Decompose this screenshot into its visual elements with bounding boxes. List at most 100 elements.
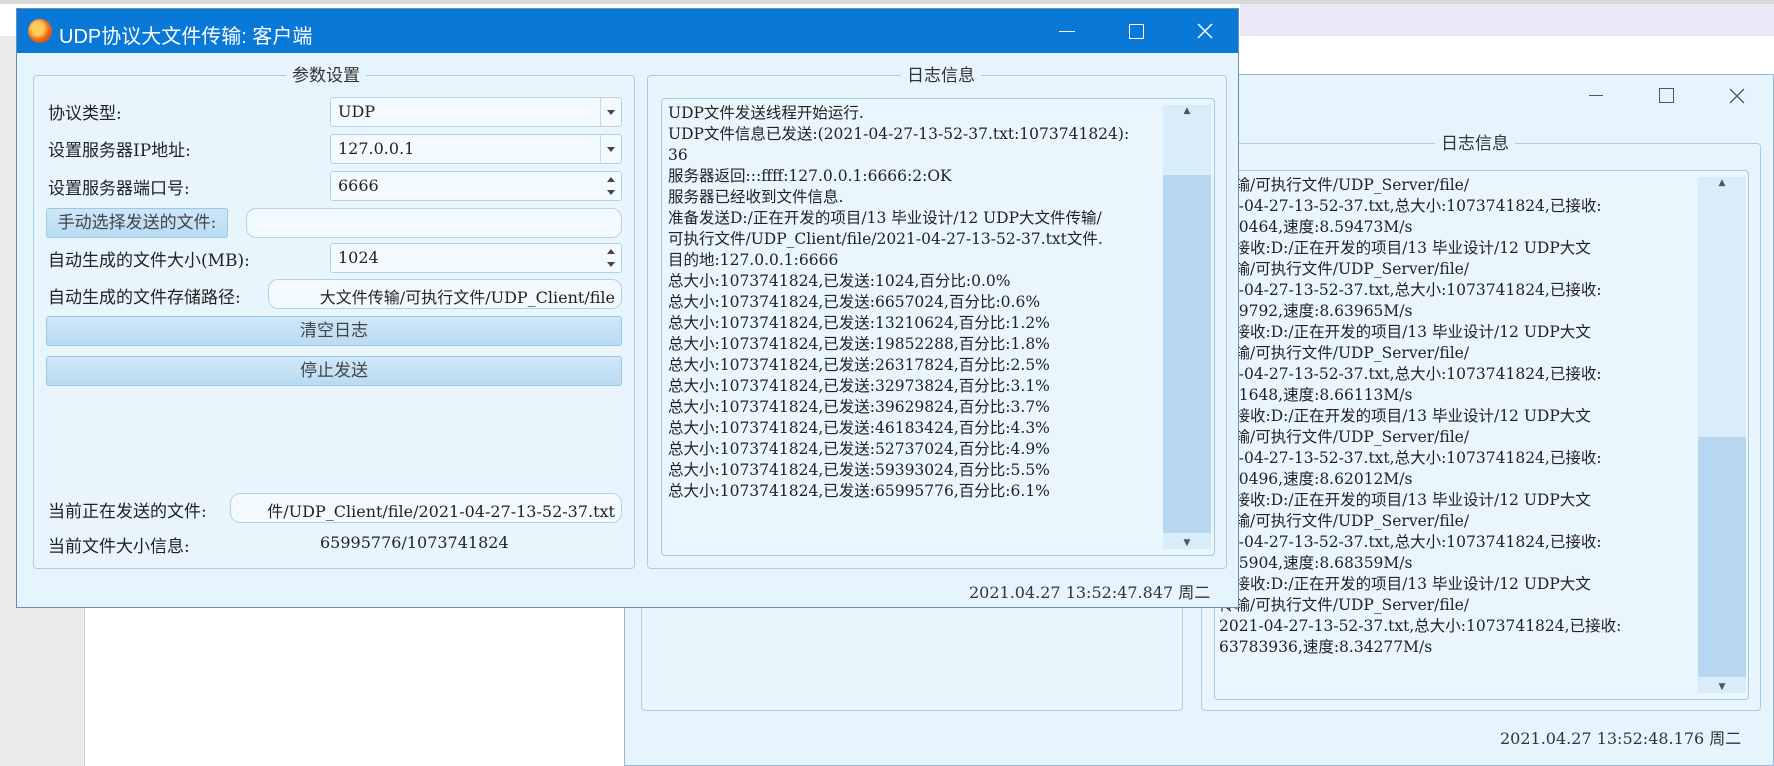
log-line: 总大小:1073741824,已发送:52737024,百分比:4.9% (668, 440, 1050, 458)
log-line: 传输/可执行文件/UDP_Server/file/ (1219, 260, 1470, 278)
log-line: 2021-04-27-13-52-37.txt,总大小:1073741824,已… (1219, 617, 1622, 635)
server-log-panel: 日志信息 传输/可执行文件/UDP_Server/file/21-04-27-1… (1201, 134, 1761, 711)
log-line: 可执行文件/UDP_Client/file/2021-04-27-13-52-3… (668, 230, 1103, 248)
log-line: 总大小:1073741824,已发送:1024,百分比:0.0% (668, 272, 1011, 290)
server-ip-combo[interactable]: 127.0.0.1 (330, 134, 622, 164)
log-line: 在接收:D:/正在开发的项目/13 毕业设计/12 UDP大文 (1219, 491, 1591, 509)
current-size-value: 65995776/1073741824 (320, 533, 509, 552)
log-line: 传输/可执行文件/UDP_Server/file/ (1219, 596, 1470, 614)
auto-size-value: 1024 (338, 248, 379, 267)
chosen-file-field[interactable] (246, 208, 622, 238)
scrollbar-thumb[interactable] (1698, 437, 1746, 677)
log-line: 36 (668, 146, 688, 164)
log-line: 传输/可执行文件/UDP_Server/file/ (1219, 344, 1470, 362)
log-line: 21-04-27-13-52-37.txt,总大小:1073741824,已接收… (1219, 281, 1602, 299)
close-icon (1197, 23, 1213, 39)
scroll-up-arrow-icon[interactable]: ▲ (1163, 105, 1211, 117)
server-ip-label: 设置服务器IP地址: (48, 141, 191, 161)
log-legend: 日志信息 (901, 66, 981, 86)
client-timestamp: 2021.04.27 13:52:47.847 周二 (969, 583, 1211, 602)
spin-up-icon[interactable] (601, 244, 621, 258)
auto-path-value: 大文件传输/可执行文件/UDP_Client/file (319, 288, 615, 307)
client-window: UDP协议大文件传输: 客户端 参数设置 协议类型: UDP 设置服务器IP地址… (16, 8, 1239, 608)
spin-up-icon[interactable] (601, 172, 621, 186)
log-line: UDP文件发送线程开始运行. (668, 104, 864, 122)
log-text: UDP文件发送线程开始运行. UDP文件信息已发送:(2021-04-27-13-… (668, 103, 1158, 502)
chevron-down-icon[interactable] (600, 98, 621, 126)
log-scrollbar[interactable]: ▲ ▼ (1163, 105, 1211, 549)
log-line: 在接收:D:/正在开发的项目/13 毕业设计/12 UDP大文 (1219, 407, 1591, 425)
log-line: 总大小:1073741824,已发送:19852288,百分比:1.8% (668, 335, 1050, 353)
log-line: 63783936,速度:8.34277M/s (1219, 638, 1433, 656)
log-line: 891648,速度:8.66113M/s (1219, 386, 1413, 404)
log-line: 目的地:127.0.0.1:6666 (668, 251, 839, 269)
log-line: 服务器返回:::ffff:127.0.0.1:6666:2:OK (668, 167, 952, 185)
log-line: 传输/可执行文件/UDP_Server/file/ (1219, 428, 1470, 446)
window-title: UDP协议大文件传输: 客户端 (59, 26, 313, 48)
server-ip-value: 127.0.0.1 (338, 139, 415, 158)
scroll-up-arrow-icon[interactable]: ▲ (1698, 177, 1746, 189)
log-line: 服务器已经收到文件信息. (668, 188, 844, 206)
log-line: 总大小:1073741824,已发送:65995776,百分比:6.1% (668, 482, 1050, 500)
log-line: 准备发送D:/正在开发的项目/13 毕业设计/12 UDP大文件传输/ (668, 209, 1102, 227)
current-size-label: 当前文件大小信息: (48, 537, 190, 557)
current-file-value: 件/UDP_Client/file/2021-04-27-13-52-37.tx… (267, 502, 615, 521)
log-line: 21-04-27-13-52-37.txt,总大小:1073741824,已接收… (1219, 449, 1602, 467)
log-line: 21-04-27-13-52-37.txt,总大小:1073741824,已接收… (1219, 533, 1602, 551)
clear-log-button[interactable]: 清空日志 (46, 316, 622, 346)
log-line: UDP文件信息已发送:(2021-04-27-13-52-37.txt:1073… (668, 125, 1130, 143)
log-line: 总大小:1073741824,已发送:46183424,百分比:4.3% (668, 419, 1050, 437)
scroll-down-arrow-icon[interactable]: ▼ (1163, 537, 1211, 549)
stop-send-button[interactable]: 停止发送 (46, 356, 622, 386)
params-legend: 参数设置 (286, 66, 366, 86)
log-line: 在接收:D:/正在开发的项目/13 毕业设计/12 UDP大文 (1219, 239, 1591, 257)
log-panel: 日志信息 UDP文件发送线程开始运行. UDP文件信息已发送:(2021-04-2… (647, 66, 1227, 569)
server-timestamp: 2021.04.27 13:52:48.176 周二 (1500, 729, 1742, 748)
spin-down-icon[interactable] (601, 186, 621, 200)
log-line: 035904,速度:8.68359M/s (1219, 554, 1413, 572)
log-line: 总大小:1073741824,已发送:32973824,百分比:3.1% (668, 377, 1050, 395)
auto-path-field[interactable]: 大文件传输/可执行文件/UDP_Client/file (268, 279, 622, 309)
server-minimize-button[interactable] (1561, 75, 1631, 115)
scroll-down-arrow-icon[interactable]: ▼ (1698, 681, 1746, 693)
log-line: 总大小:1073741824,已发送:26317824,百分比:2.5% (668, 356, 1050, 374)
title-bar[interactable]: UDP协议大文件传输: 客户端 (17, 9, 1238, 53)
server-port-value: 6666 (338, 176, 379, 195)
close-button[interactable] (1170, 9, 1240, 53)
minimize-button[interactable] (1031, 9, 1101, 53)
log-line: 总大小:1073741824,已发送:39629824,百分比:3.7% (668, 398, 1050, 416)
server-close-button[interactable] (1701, 75, 1771, 115)
server-port-spinbox[interactable]: 6666 (330, 171, 622, 201)
auto-path-label: 自动生成的文件存储路径: (48, 288, 241, 308)
app-icon (28, 19, 52, 43)
background-editor-area (1240, 4, 1774, 36)
params-panel: 参数设置 协议类型: UDP 设置服务器IP地址: 127.0.0.1 设置服务… (33, 66, 635, 569)
choose-file-button[interactable]: 手动选择发送的文件: (46, 208, 228, 238)
server-log-text: 传输/可执行文件/UDP_Server/file/21-04-27-13-52-… (1219, 175, 1692, 658)
log-line: 930496,速度:8.62012M/s (1219, 470, 1413, 488)
server-log-legend: 日志信息 (1435, 134, 1515, 154)
log-line: 809792,速度:8.63965M/s (1219, 302, 1413, 320)
protocol-select[interactable]: UDP (330, 97, 622, 127)
log-line: 总大小:1073741824,已发送:13210624,百分比:1.2% (668, 314, 1050, 332)
log-line: 传输/可执行文件/UDP_Server/file/ (1219, 176, 1470, 194)
current-file-field[interactable]: 件/UDP_Client/file/2021-04-27-13-52-37.tx… (230, 493, 622, 523)
server-log-textarea[interactable]: 传输/可执行文件/UDP_Server/file/21-04-27-13-52-… (1214, 170, 1749, 700)
log-line: 21-04-27-13-52-37.txt,总大小:1073741824,已接收… (1219, 197, 1602, 215)
protocol-value: UDP (338, 102, 376, 121)
log-line: 传输/可执行文件/UDP_Server/file/ (1219, 512, 1470, 530)
maximize-button[interactable] (1101, 9, 1171, 53)
log-line: 21-04-27-13-52-37.txt,总大小:1073741824,已接收… (1219, 365, 1602, 383)
server-port-label: 设置服务器端口号: (48, 179, 190, 199)
auto-size-spinbox[interactable]: 1024 (330, 243, 622, 273)
chevron-down-icon[interactable] (600, 135, 621, 163)
spin-down-icon[interactable] (601, 258, 621, 272)
scrollbar-thumb[interactable] (1163, 175, 1211, 533)
server-log-scrollbar[interactable]: ▲ ▼ (1698, 177, 1746, 693)
log-textarea[interactable]: UDP文件发送线程开始运行. UDP文件信息已发送:(2021-04-27-13-… (661, 98, 1215, 556)
server-maximize-button[interactable] (1631, 75, 1701, 115)
close-icon (1729, 88, 1745, 104)
log-line: 总大小:1073741824,已发送:59393024,百分比:5.5% (668, 461, 1050, 479)
auto-size-label: 自动生成的文件大小(MB): (48, 251, 250, 271)
log-line: 在接收:D:/正在开发的项目/13 毕业设计/12 UDP大文 (1219, 575, 1591, 593)
